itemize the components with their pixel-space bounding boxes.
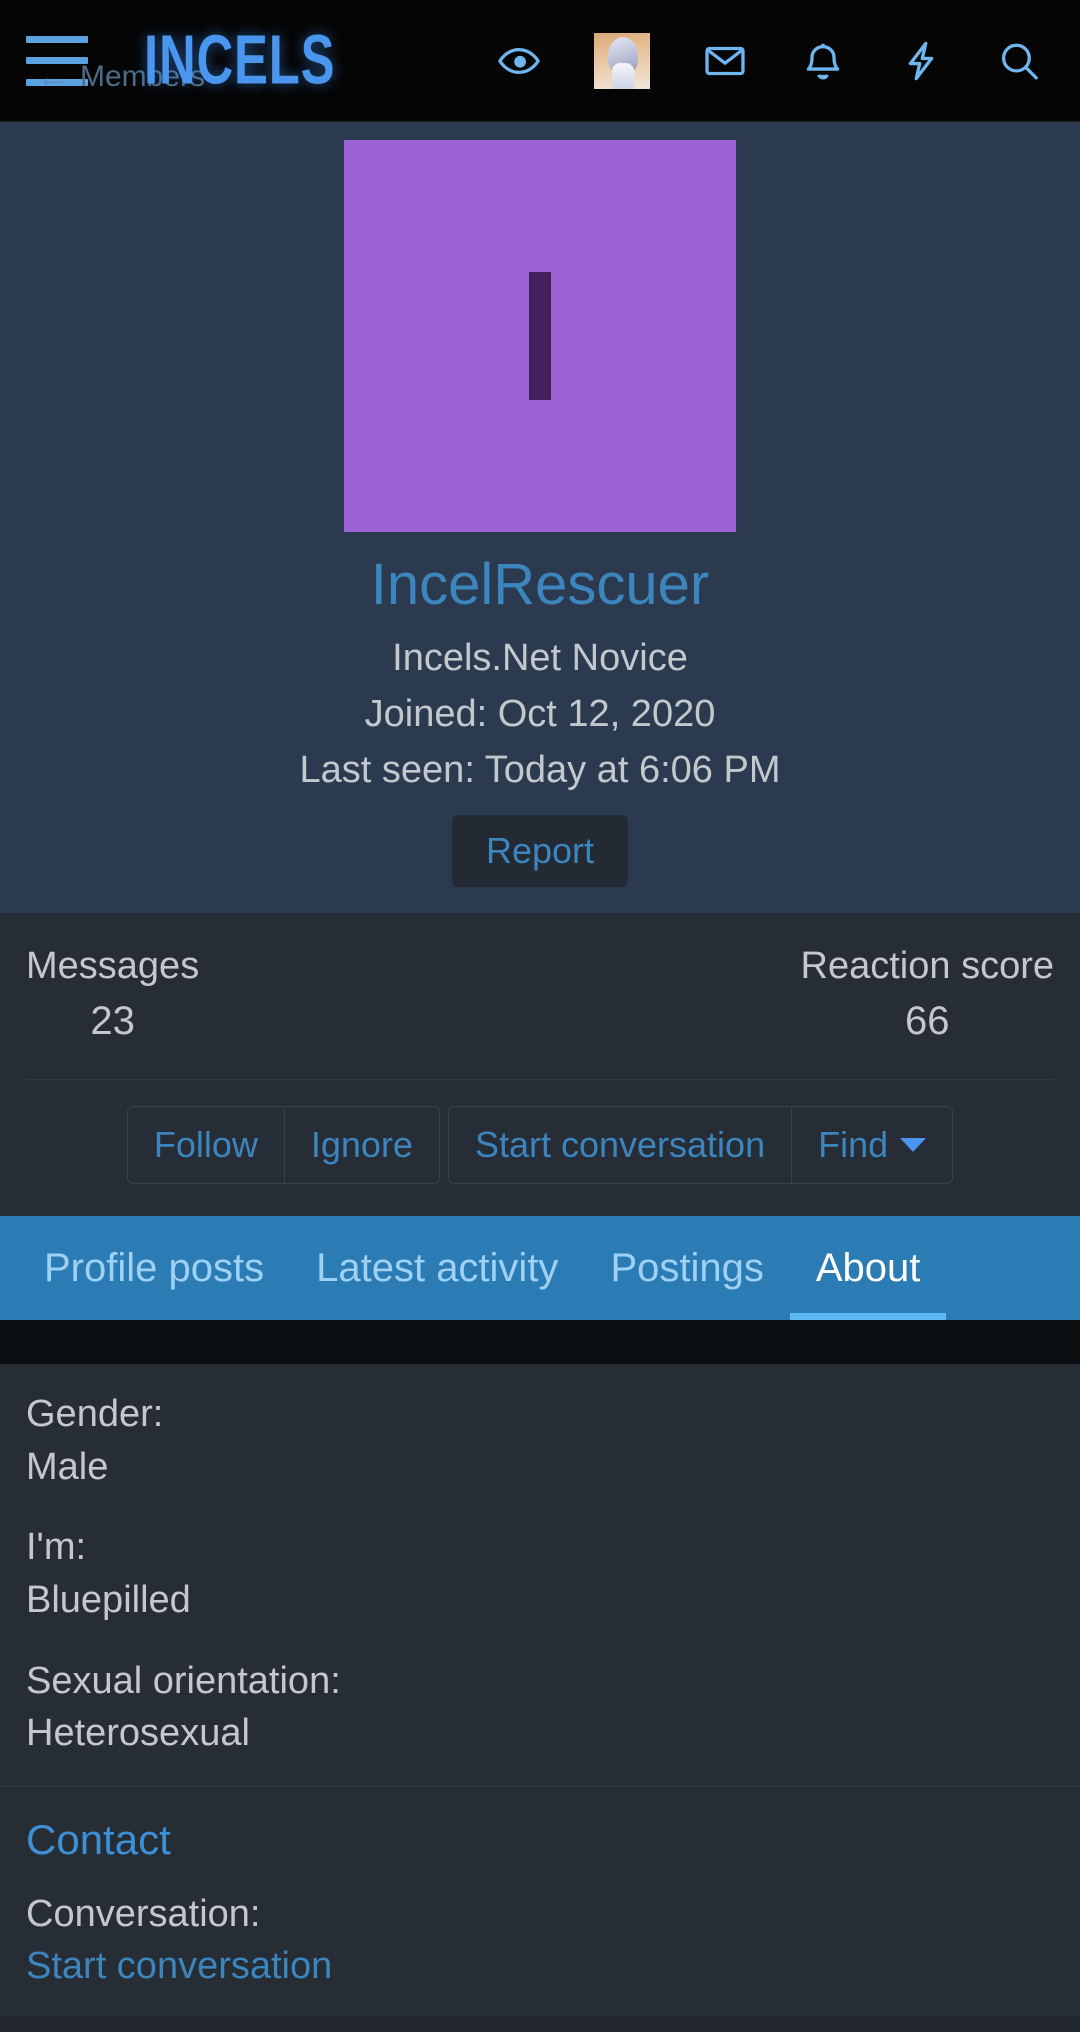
site-header: ← Members INCELS	[0, 0, 1080, 122]
start-conversation-button[interactable]: Start conversation	[447, 1106, 793, 1185]
eye-icon[interactable]	[496, 38, 542, 84]
stat-label: Messages	[26, 944, 200, 987]
site-logo[interactable]: INCELS	[144, 25, 335, 95]
profile-banner: IncelRescuer Incels.Net Novice Joined: O…	[0, 122, 1080, 914]
profile-joined-date: Joined: Oct 12, 2020	[364, 693, 716, 736]
conversation-label: Conversation:	[26, 1893, 261, 1936]
about-section: Gender: Male I'm: Bluepilled Sexual orie…	[0, 1364, 1080, 1786]
find-label: Find	[818, 1124, 889, 1166]
tab-latest-activity[interactable]: Latest activity	[290, 1216, 584, 1320]
about-label: Gender:	[26, 1393, 164, 1436]
stat-value: 66	[905, 999, 950, 1044]
bolt-icon[interactable]	[898, 38, 944, 84]
profile-user-title: Incels.Net Novice	[392, 637, 688, 680]
bell-icon[interactable]	[800, 38, 846, 84]
stat-reaction-score: Reaction score 66	[801, 944, 1054, 1046]
profile-action-bar: Follow Ignore Start conversation Find	[0, 1080, 1080, 1217]
about-row-gender: Gender: Male	[26, 1390, 1054, 1491]
about-row-sexual-orientation: Sexual orientation: Heterosexual	[26, 1657, 1054, 1758]
about-label: Sexual orientation:	[26, 1659, 341, 1702]
ignore-button[interactable]: Ignore	[284, 1106, 440, 1185]
search-icon[interactable]	[996, 38, 1042, 84]
tab-postings[interactable]: Postings	[584, 1216, 789, 1320]
profile-tabs: Profile posts Latest activity Postings A…	[0, 1216, 1080, 1321]
stat-value: 23	[90, 999, 135, 1044]
report-button[interactable]: Report	[451, 814, 629, 887]
about-value: Heterosexual	[26, 1712, 250, 1755]
back-arrow-icon[interactable]: ←	[36, 60, 70, 94]
follow-button[interactable]: Follow	[126, 1106, 285, 1185]
about-value: Male	[26, 1445, 109, 1488]
profile-last-seen: Last seen: Today at 6:06 PM	[299, 748, 781, 791]
contact-heading[interactable]: Contact	[26, 1816, 1054, 1863]
follow-ignore-group: Follow Ignore	[126, 1106, 440, 1185]
envelope-icon[interactable]	[702, 38, 748, 84]
hamburger-bar	[26, 35, 88, 43]
about-value: Bluepilled	[26, 1579, 191, 1621]
conversation-find-group: Start conversation Find	[447, 1106, 954, 1185]
stat-label: Reaction score	[800, 944, 1054, 987]
find-dropdown-button[interactable]: Find	[792, 1106, 954, 1185]
tab-about[interactable]: About	[789, 1216, 947, 1321]
avatar-letter-glyph	[529, 272, 551, 400]
about-label: I'm:	[26, 1526, 87, 1569]
chevron-down-icon	[900, 1138, 927, 1153]
user-avatar-thumb[interactable]	[594, 32, 650, 89]
tab-profile-posts[interactable]: Profile posts	[18, 1216, 290, 1320]
tabs-spacer	[0, 1320, 1080, 1365]
profile-page: ← Members INCELS IncelRescuer Incels.Net…	[0, 0, 1080, 2032]
start-conversation-link[interactable]: Start conversation	[26, 1943, 1054, 1991]
about-row-im: I'm: Bluepilled	[26, 1523, 1054, 1624]
profile-username[interactable]: IncelRescuer	[0, 554, 1080, 616]
contact-section: Contact Conversation: Start conversation	[0, 1786, 1080, 2017]
profile-stats: Messages 23 Reaction score 66	[0, 913, 1080, 1081]
profile-avatar[interactable]	[344, 140, 736, 532]
stats-row: Messages 23 Reaction score 66	[26, 944, 1054, 1081]
header-icon-bar	[496, 32, 1054, 89]
stat-messages: Messages 23	[26, 944, 199, 1046]
